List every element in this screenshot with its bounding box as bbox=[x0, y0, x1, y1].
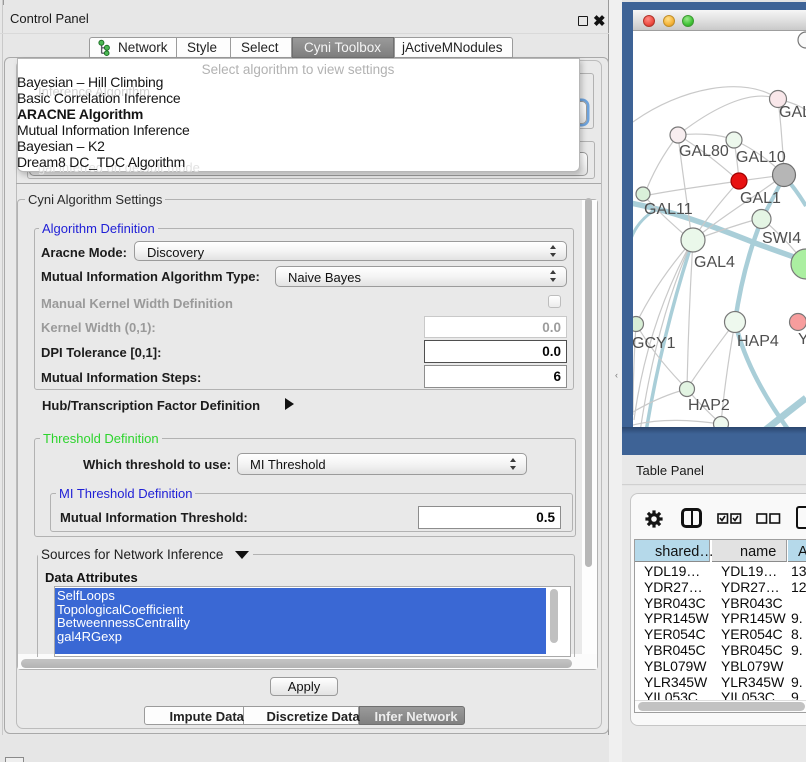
svg-text:SWI4: SWI4 bbox=[762, 230, 801, 247]
svg-text:HAP2: HAP2 bbox=[688, 397, 730, 414]
svg-text:GAL7: GAL7 bbox=[779, 104, 806, 121]
svg-text:GAL1: GAL1 bbox=[740, 190, 781, 207]
svg-text:GAL4: GAL4 bbox=[694, 254, 735, 271]
svg-text:GCY1: GCY1 bbox=[633, 335, 676, 352]
svg-text:GAL11: GAL11 bbox=[644, 201, 693, 218]
svg-text:YM: YM bbox=[798, 331, 806, 348]
svg-text:HAP4: HAP4 bbox=[737, 333, 779, 350]
svg-text:GAL10: GAL10 bbox=[736, 149, 786, 166]
svg-text:GAL80: GAL80 bbox=[679, 143, 729, 160]
